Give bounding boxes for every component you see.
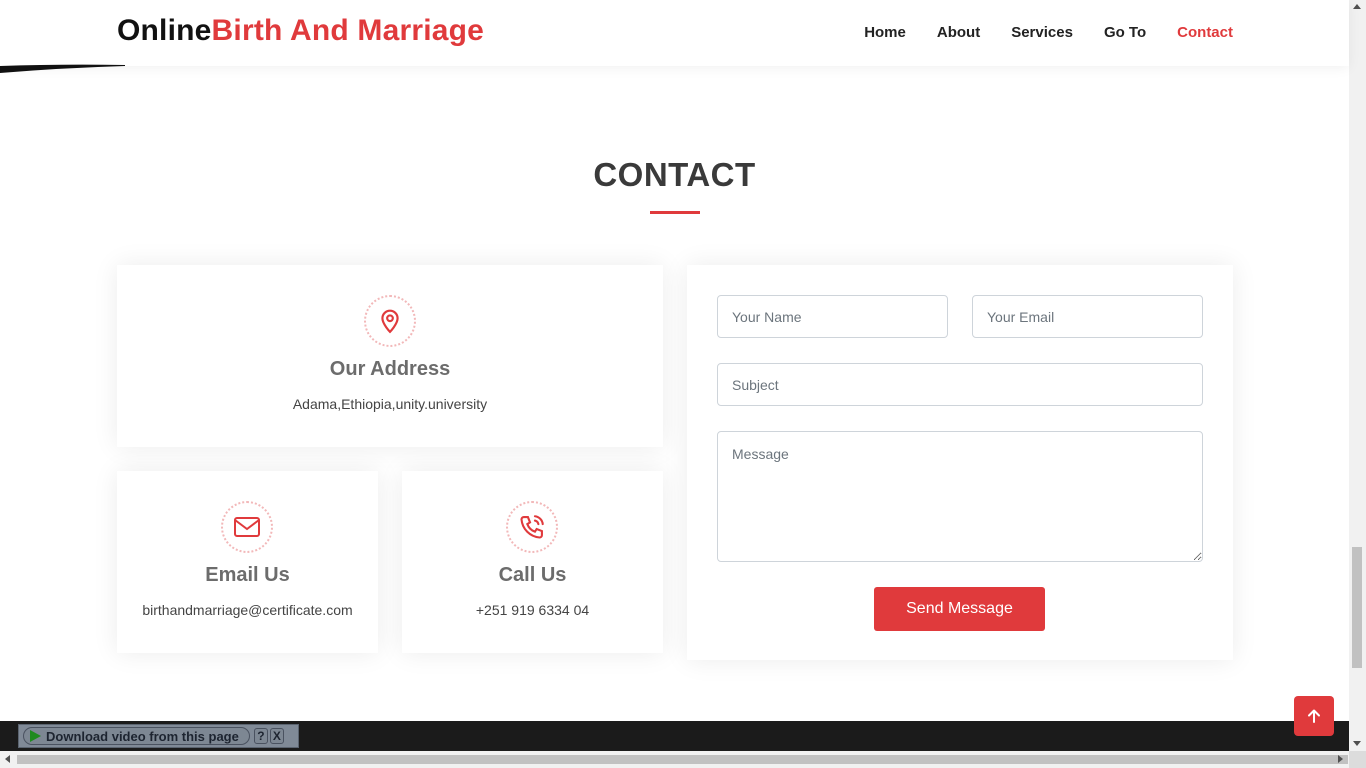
play-icon — [30, 730, 41, 742]
address-box: Our Address Adama,Ethiopia,unity.univers… — [117, 265, 663, 447]
nav-contact[interactable]: Contact — [1177, 24, 1233, 41]
address-title: Our Address — [329, 358, 451, 380]
download-help-button[interactable]: ? — [253, 728, 268, 744]
main-nav: Home About Services Go To Contact — [833, 24, 1233, 41]
nav-home[interactable]: Home — [864, 24, 906, 41]
address-text: Adama,Ethiopia,unity.university — [292, 396, 488, 412]
header-swoosh-decoration — [0, 64, 125, 73]
message-textarea[interactable] — [717, 431, 1203, 562]
vertical-scrollbar[interactable] — [1349, 0, 1366, 751]
scrollbar-corner — [1349, 751, 1366, 768]
page-title: CONTACT — [593, 156, 756, 193]
subject-input[interactable] — [717, 363, 1203, 406]
nav-go-to[interactable]: Go To — [1104, 24, 1146, 41]
logo-part-birth-marriage: Birth And Marriage — [211, 14, 485, 47]
call-box: Call Us +251 919 6334 04 — [402, 471, 663, 653]
logo-part-online: Online — [117, 14, 212, 47]
email-text[interactable]: birthandmarriage@certificate.com — [117, 602, 378, 618]
email-box: Email Us birthandmarriage@certificate.co… — [117, 471, 378, 653]
call-title: Call Us — [498, 564, 567, 586]
download-video-toolbar: Download video from this page ? X — [18, 724, 299, 748]
scroll-left-arrow-icon[interactable] — [5, 755, 10, 763]
scroll-down-arrow-icon[interactable] — [1353, 741, 1361, 746]
nav-about[interactable]: About — [937, 24, 980, 41]
scroll-up-arrow-icon[interactable] — [1353, 4, 1361, 9]
arrow-up-icon — [1308, 709, 1320, 723]
nav-services[interactable]: Services — [1011, 24, 1073, 41]
back-to-top-button[interactable] — [1294, 696, 1334, 736]
site-header: OnlineBirth And Marriage Home About Serv… — [0, 0, 1349, 66]
horizontal-scroll-thumb[interactable] — [17, 755, 1348, 764]
send-message-button[interactable]: Send Message — [874, 587, 1045, 631]
download-video-label: Download video from this page — [46, 728, 239, 744]
phone-call-icon — [506, 501, 558, 553]
envelope-icon — [221, 501, 273, 553]
download-close-button[interactable]: X — [269, 728, 284, 744]
email-input[interactable] — [972, 295, 1203, 338]
site-logo[interactable]: OnlineBirth And Marriage — [117, 14, 484, 48]
name-input[interactable] — [717, 295, 948, 338]
email-title: Email Us — [205, 564, 290, 586]
scroll-right-arrow-icon[interactable] — [1338, 755, 1343, 763]
horizontal-scrollbar[interactable] — [0, 751, 1366, 768]
call-text[interactable]: +251 919 6334 04 — [402, 602, 663, 618]
contact-form: Send Message — [687, 265, 1233, 660]
vertical-scroll-thumb[interactable] — [1352, 547, 1362, 668]
title-underline — [650, 211, 700, 214]
map-pin-icon — [364, 295, 416, 347]
download-video-button[interactable]: Download video from this page — [23, 727, 250, 745]
